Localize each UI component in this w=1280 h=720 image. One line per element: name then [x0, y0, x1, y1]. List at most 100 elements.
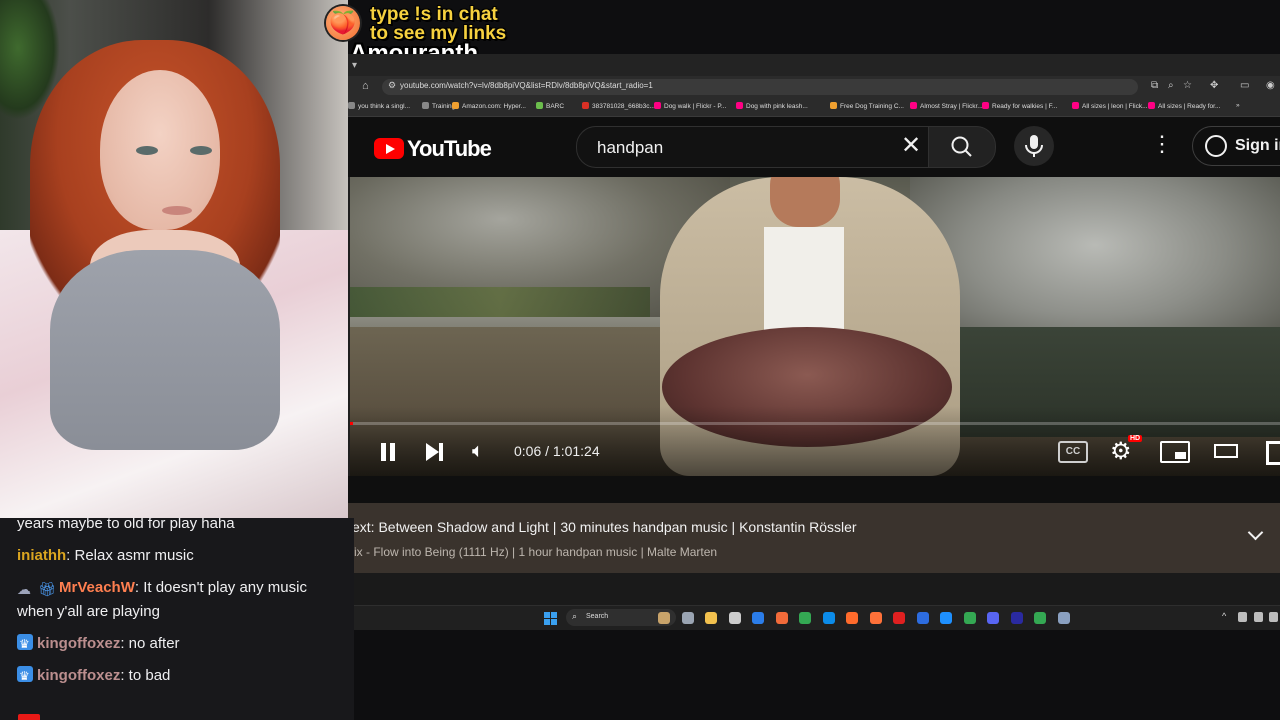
bookmark-favicon-icon: [452, 102, 459, 109]
chevron-down-icon[interactable]: [1247, 524, 1264, 541]
bookmark-favicon-icon: [910, 102, 917, 109]
sign-in-button[interactable]: Sign in: [1192, 126, 1280, 166]
taskbar-app-icon[interactable]: [846, 612, 858, 624]
bookmark-item[interactable]: Dog walk | Flickr - P...: [654, 102, 726, 110]
taskbar-app-icon[interactable]: [752, 612, 764, 624]
chat-message-text: years maybe to old for play haha: [17, 518, 235, 532]
bookmark-item[interactable]: Free Dog Training C...: [830, 102, 904, 110]
taskbar-app-icon[interactable]: [681, 612, 694, 624]
captions-icon[interactable]: CC: [1058, 441, 1088, 463]
taskbar-app-icon[interactable]: [705, 612, 717, 624]
taskbar-app-icon[interactable]: [658, 612, 670, 624]
miniplayer-icon[interactable]: [1160, 441, 1190, 463]
bookmark-label: Ready for walkies | F...: [992, 103, 1058, 110]
next-video-title[interactable]: ext: Between Shadow and Light | 30 minut…: [352, 519, 857, 535]
theater-mode-icon[interactable]: [1214, 444, 1238, 458]
taskbar-app-icon[interactable]: [940, 612, 952, 624]
site-info-icon[interactable]: ⚙: [388, 80, 396, 91]
install-icon[interactable]: ⧉: [1151, 80, 1158, 91]
taskbar-app-icon[interactable]: [799, 612, 811, 624]
chat-username[interactable]: kingoffoxez: [37, 667, 120, 684]
search-icon: ⌕: [572, 611, 578, 621]
tab-strip[interactable]: ▾: [348, 54, 1280, 76]
voice-search-button[interactable]: [1014, 126, 1054, 166]
sidepanel-icon[interactable]: ▭: [1240, 80, 1249, 91]
taskbar-app-icon[interactable]: [775, 612, 788, 624]
taskbar-app-icon[interactable]: [822, 612, 835, 624]
bookmarks-bar: you think a singl... Training Amazon.com: …: [348, 98, 1280, 117]
taskbar-app-icon[interactable]: [893, 612, 905, 624]
video-player[interactable]: 🔈︎ 0:06 / 1:01:24 CC ⚙ HD: [350, 177, 1280, 476]
tab-icon[interactable]: ▾: [352, 60, 362, 71]
chat-message: kingoffoxez: to bad: [17, 664, 170, 688]
bookmark-item[interactable]: All sizes | Ready for...: [1148, 102, 1220, 110]
pause-icon[interactable]: [380, 443, 396, 461]
taskbar-app-icon[interactable]: [963, 612, 976, 624]
bookmark-item[interactable]: Dog with pink leash...: [736, 102, 808, 110]
chat-message-text: : to bad: [120, 667, 171, 684]
bookmark-label: Amazon.com: Hyper...: [462, 103, 526, 110]
taskbar-app-icon[interactable]: [1034, 612, 1046, 624]
chat-input-bar[interactable]: [0, 710, 354, 720]
clear-search-icon[interactable]: ✕: [901, 134, 921, 158]
taskbar-app-icon[interactable]: [987, 612, 999, 624]
tray-overflow-icon[interactable]: ^: [1222, 611, 1226, 621]
chat-message-text: : It doesn't play any music: [134, 579, 307, 596]
sign-in-label: Sign in: [1235, 137, 1280, 154]
chat-message-text: when y'all are playing: [17, 603, 160, 620]
taskbar-app-icon[interactable]: [728, 612, 741, 624]
fullscreen-icon[interactable]: [1266, 441, 1280, 465]
gift-badge-icon[interactable]: 🎁︎: [38, 577, 56, 597]
crown-badge-icon[interactable]: [17, 664, 33, 688]
taskbar-app-icon[interactable]: [1010, 612, 1023, 624]
next-video-icon[interactable]: [426, 443, 444, 461]
bookmark-label: All sizes | Ready for...: [1158, 103, 1221, 110]
search-box[interactable]: ✕: [576, 126, 930, 168]
bookmark-item[interactable]: you think a singl...: [348, 102, 410, 110]
windows-start-icon[interactable]: [544, 612, 557, 625]
ghost-badge-icon[interactable]: ☁: [17, 577, 35, 597]
webcam-feed: [0, 0, 348, 518]
taskbar-app-icon[interactable]: [1057, 612, 1070, 624]
bookmark-item[interactable]: 383781028_668b3c...: [582, 102, 655, 110]
bookmark-item[interactable]: Almost Stray | Flickr...: [910, 102, 983, 110]
windows-taskbar: ⌕ Search ^: [348, 605, 1280, 630]
crown-badge-icon[interactable]: [17, 632, 33, 656]
video-scene-grass: [350, 287, 650, 317]
progress-bar[interactable]: [350, 422, 1280, 425]
search-input[interactable]: [595, 137, 879, 159]
extensions-icon[interactable]: ✥: [1210, 80, 1218, 91]
bookmark-item[interactable]: All sizes | leon | Flick...: [1072, 102, 1148, 110]
more-options-icon[interactable]: ⋮: [1151, 133, 1173, 155]
bookmark-item[interactable]: Training: [422, 102, 455, 110]
taskbar-app-icon[interactable]: [869, 612, 882, 624]
chat-username[interactable]: MrVeachW: [59, 579, 135, 596]
chat-emote-icon[interactable]: [18, 714, 40, 720]
microphone-tray-icon[interactable]: [1238, 612, 1247, 622]
zoom-icon[interactable]: ⌕: [1168, 80, 1174, 91]
network-tray-icon[interactable]: [1254, 612, 1263, 622]
playlist-queue-header[interactable]: ext: Between Shadow and Light | 30 minut…: [348, 503, 1280, 573]
taskbar-app-icon[interactable]: [916, 612, 929, 624]
bookmark-item[interactable]: Amazon.com: Hyper...: [452, 102, 526, 110]
account-icon: [1205, 135, 1227, 157]
bookmark-star-icon[interactable]: ☆: [1183, 80, 1192, 91]
peach-icon: 🍑: [326, 6, 360, 40]
volume-tray-icon[interactable]: [1269, 612, 1278, 622]
volume-icon[interactable]: 🔈︎: [472, 440, 484, 463]
bookmark-favicon-icon: [736, 102, 743, 109]
bookmarks-overflow-icon[interactable]: »: [1236, 102, 1240, 109]
streamer-eye-left: [136, 146, 158, 155]
url-text[interactable]: youtube.com/watch?v=lv/8db8piVQ&list=RDl…: [400, 81, 653, 90]
bookmark-label: Free Dog Training C...: [840, 103, 904, 110]
chat-username[interactable]: kingoffoxez: [37, 635, 120, 652]
profile-icon[interactable]: ◉: [1266, 80, 1275, 91]
bookmark-item[interactable]: BARC: [536, 102, 564, 110]
chat-username[interactable]: iniathh: [17, 547, 66, 564]
bookmark-item[interactable]: Ready for walkies | F...: [982, 102, 1057, 110]
search-button[interactable]: [928, 126, 996, 168]
home-icon[interactable]: ⌂: [362, 80, 369, 92]
taskbar-search-label: Search: [586, 613, 609, 620]
bookmark-label: Dog walk | Flickr - P...: [664, 103, 727, 110]
bookmark-label: Almost Stray | Flickr...: [920, 103, 983, 110]
